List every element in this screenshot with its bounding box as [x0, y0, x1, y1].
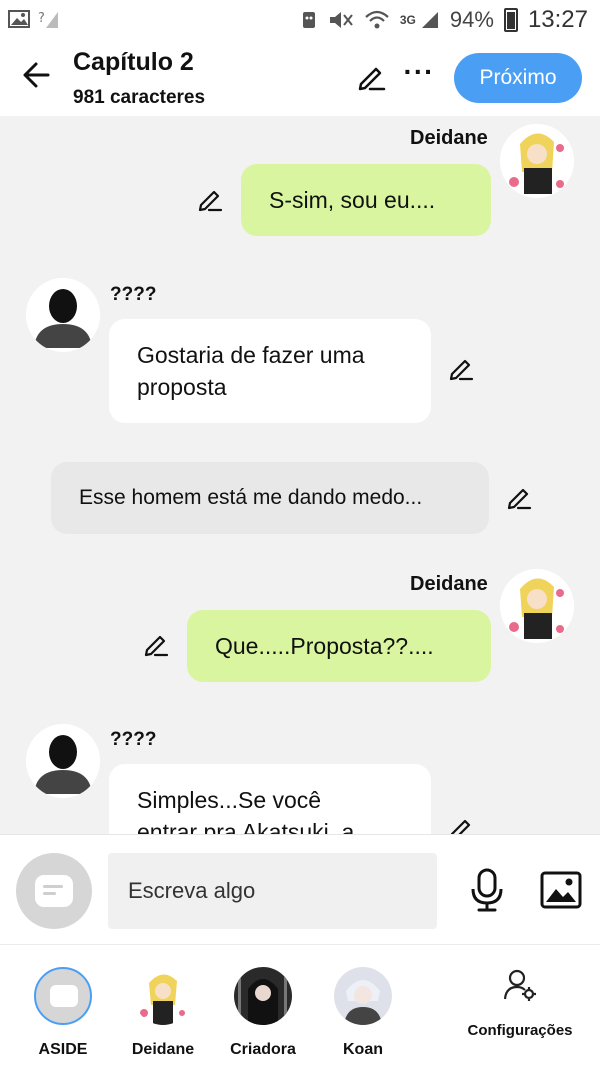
message-input-bar: [0, 834, 600, 944]
message-text: Gostaria de fazer uma proposta: [137, 342, 365, 400]
character-label: Deidane: [131, 1041, 195, 1058]
svg-text:?: ?: [38, 11, 45, 26]
edit-pencil-icon[interactable]: [356, 62, 386, 92]
deidane-avatar[interactable]: [500, 569, 574, 643]
no-sim-icon: ?: [38, 11, 58, 28]
narration-bubble[interactable]: Esse homem está me dando medo...: [51, 462, 489, 534]
image-icon: [8, 10, 30, 28]
unknown-character-avatar[interactable]: [26, 724, 100, 798]
settings-label: Configurações: [467, 1022, 573, 1039]
message-text: Que.....Proposta??....: [215, 633, 434, 659]
next-button[interactable]: Próximo: [454, 53, 582, 103]
aside-toggle-button[interactable]: [16, 853, 92, 929]
character-deidane[interactable]: Deidane: [118, 967, 208, 1059]
message-bubble[interactable]: Simples...Se você entrar pra Akatsuki, a: [109, 764, 431, 834]
character-label: Criadora: [230, 1041, 296, 1058]
edit-message-icon[interactable]: [197, 187, 223, 213]
aside-avatar: [34, 967, 92, 1025]
edit-message-icon[interactable]: [506, 485, 532, 511]
message-bubble[interactable]: Que.....Proposta??....: [187, 610, 491, 682]
character-criadora[interactable]: Criadora: [218, 967, 308, 1059]
message-character-name: Deidane: [410, 573, 488, 595]
edit-message-icon[interactable]: [448, 356, 474, 382]
message-text: Simples...Se você entrar pra Akatsuki, a: [137, 787, 355, 834]
character-koan[interactable]: Koan: [318, 967, 408, 1059]
edit-message-icon[interactable]: [143, 632, 169, 658]
settings-button[interactable]: Configurações: [462, 967, 578, 1039]
mute-icon: [329, 12, 353, 28]
battery-percent: 94%: [449, 7, 494, 32]
message-character-name: Deidane: [410, 127, 488, 149]
wifi-icon: [365, 10, 389, 29]
character-aside[interactable]: ASIDE: [18, 967, 108, 1059]
narration-text: Esse homem está me dando medo...: [79, 486, 423, 509]
unknown-character-avatar[interactable]: [26, 278, 100, 352]
message-character-name: ????: [110, 729, 157, 750]
koan-avatar: [334, 967, 392, 1025]
message-bubble[interactable]: Gostaria de fazer uma proposta: [109, 319, 431, 423]
microphone-icon[interactable]: [468, 868, 506, 912]
battery-icon: [503, 8, 518, 32]
user-settings-icon: [503, 969, 536, 1001]
back-arrow-icon[interactable]: [20, 58, 54, 92]
clock: 13:27: [527, 6, 588, 33]
edit-message-icon[interactable]: [448, 816, 474, 834]
deidane-avatar: [134, 967, 192, 1025]
chapter-header: Capítulo 2 981 caracteres ··· Próximo: [0, 40, 600, 116]
character-count: 981 caracteres: [73, 87, 206, 108]
character-selector-bar: ASIDE Deidane Criadora Koan Configuraçõe…: [0, 944, 600, 1067]
status-bar: ? 3G 94% 13:27: [0, 0, 600, 40]
image-upload-icon[interactable]: [540, 871, 582, 909]
chat-area[interactable]: Deidane S-sim, sou eu.... ???? Gostaria …: [0, 116, 600, 834]
aside-icon: [35, 875, 73, 907]
criadora-avatar: [234, 967, 292, 1025]
signal-icon: [421, 12, 438, 28]
message-text: S-sim, sou eu....: [269, 187, 436, 213]
message-bubble[interactable]: S-sim, sou eu....: [241, 164, 491, 236]
message-character-name: ????: [110, 284, 157, 305]
deidane-avatar[interactable]: [500, 124, 574, 198]
android-icon: [302, 12, 315, 28]
network-label: 3G: [399, 13, 416, 27]
chapter-title: Capítulo 2: [73, 48, 194, 76]
message-input[interactable]: [108, 853, 437, 929]
character-label: Koan: [343, 1041, 383, 1058]
more-options-button[interactable]: ···: [402, 58, 436, 94]
character-label: ASIDE: [38, 1041, 88, 1058]
